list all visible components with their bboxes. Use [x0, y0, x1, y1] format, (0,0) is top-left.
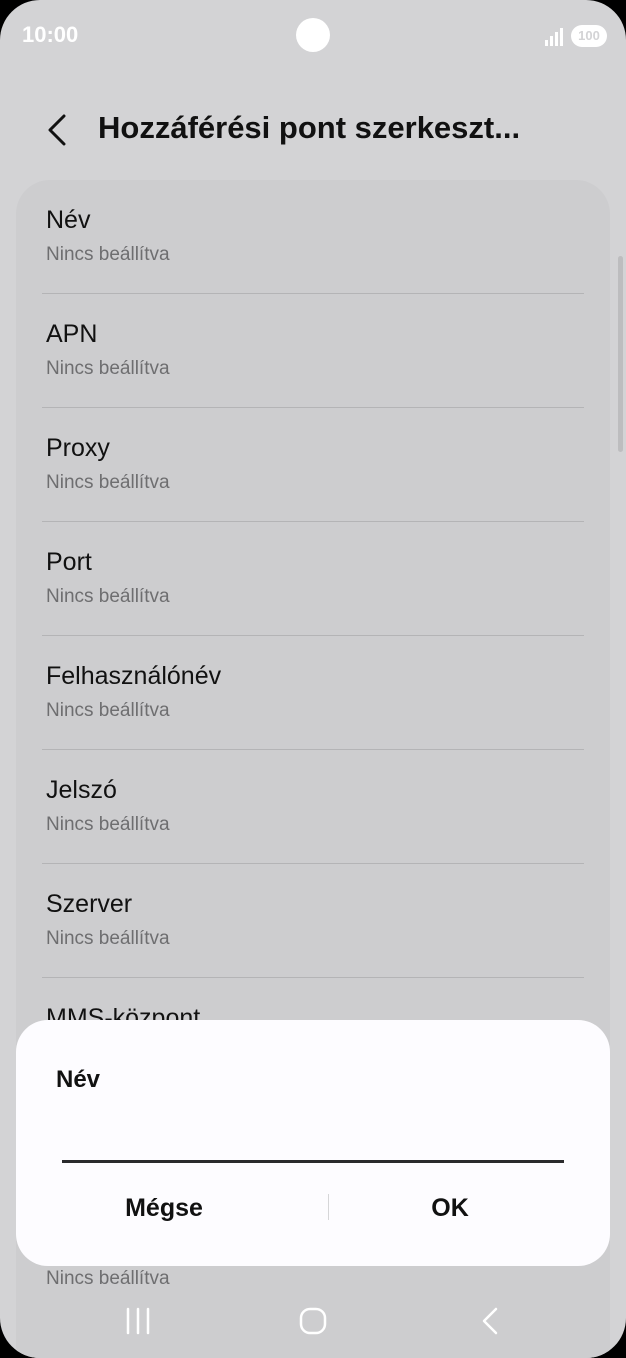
list-item-server[interactable]: Szerver Nincs beállítva	[16, 864, 610, 978]
item-value: Nincs beállítva	[46, 358, 170, 379]
name-input[interactable]	[62, 1132, 564, 1163]
item-value: Nincs beállítva	[46, 472, 170, 493]
item-label: Jelszó	[46, 776, 117, 804]
back-icon[interactable]	[476, 1305, 504, 1337]
item-value: Nincs beállítva	[46, 700, 170, 721]
settings-list: Név Nincs beállítva APN Nincs beállítva …	[16, 180, 610, 1092]
ok-button[interactable]: OK	[302, 1180, 598, 1236]
recents-icon[interactable]	[122, 1306, 154, 1336]
status-time: 10:00	[22, 22, 79, 47]
item-value: Nincs beállítva	[46, 244, 170, 265]
list-item-port[interactable]: Port Nincs beállítva	[16, 522, 610, 636]
item-value: Nincs beállítva	[46, 1268, 170, 1289]
item-label: APN	[46, 320, 98, 348]
list-item-nev[interactable]: Név Nincs beállítva	[16, 180, 610, 294]
scrollbar[interactable]	[618, 256, 623, 452]
back-button[interactable]	[36, 108, 80, 152]
app-header: Hozzáférési pont szerkeszt...	[0, 90, 626, 170]
battery-icon: 100	[571, 25, 607, 47]
list-item-password[interactable]: Jelszó Nincs beállítva	[16, 750, 610, 864]
item-label: Port	[46, 548, 92, 576]
dialog-title: Név	[56, 1066, 101, 1093]
list-item-username[interactable]: Felhasználónév Nincs beállítva	[16, 636, 610, 750]
cancel-button[interactable]: Mégse	[16, 1180, 312, 1236]
name-dialog: Név Mégse OK	[16, 1020, 610, 1266]
chevron-left-icon	[48, 114, 66, 146]
item-value: Nincs beállítva	[46, 928, 170, 949]
camera-hole	[296, 18, 330, 52]
item-value: Nincs beállítva	[46, 814, 170, 835]
page-title: Hozzáférési pont szerkeszt...	[98, 110, 521, 145]
navigation-bar	[0, 1290, 626, 1358]
signal-icon	[545, 28, 563, 46]
phone-screen: 10:00 100 Hozzáférési pont szerkeszt... …	[0, 0, 626, 1358]
item-label: Proxy	[46, 434, 110, 462]
list-item-proxy[interactable]: Proxy Nincs beállítva	[16, 408, 610, 522]
dialog-buttons: Mégse OK	[16, 1180, 610, 1236]
status-bar: 10:00 100	[0, 0, 626, 70]
item-label: Szerver	[46, 890, 133, 918]
item-label: Felhasználónév	[46, 662, 222, 690]
item-label: Név	[46, 206, 91, 234]
home-icon[interactable]	[298, 1306, 328, 1336]
list-item-apn[interactable]: APN Nincs beállítva	[16, 294, 610, 408]
item-value: Nincs beállítva	[46, 586, 170, 607]
